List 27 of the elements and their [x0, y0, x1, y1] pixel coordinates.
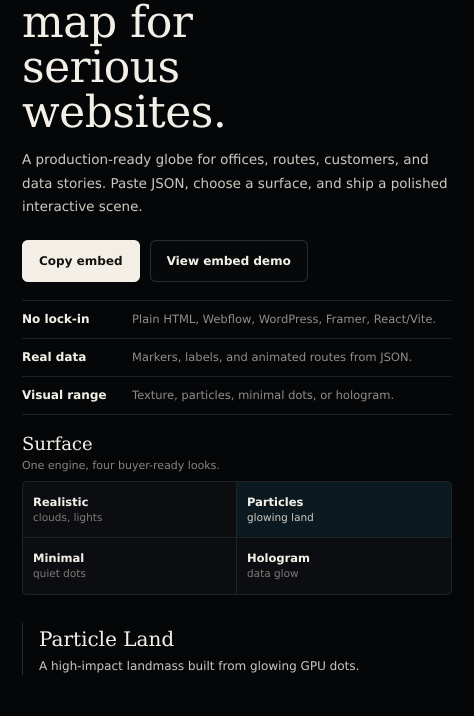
feature-title: Visual range — [22, 388, 108, 402]
section-heading: Surface — [22, 432, 94, 456]
feature-text: Plain HTML, Webflow, WordPress, Framer, React/Vite. — [132, 312, 436, 326]
headline-line: map for — [22, 0, 192, 45]
hero-description: A production-ready globe for offices, routes, customers, and data stories. Paste JSON, choose a surface, and ship a polished interactive scene. — [22, 151, 449, 217]
section-subtitle: One engine, four buyer-ready looks. — [22, 458, 221, 472]
option-detail: quiet dots — [33, 568, 87, 580]
feature-text: Texture, particles, minimal dots, or hologram. — [132, 388, 394, 402]
feature-title: Real data — [22, 350, 88, 364]
surface-option[interactable]: Minimal quiet dots — [23, 538, 237, 594]
option-detail: clouds, lights — [33, 512, 104, 524]
option-detail: glowing land — [247, 512, 315, 524]
option-name: Realistic — [33, 494, 90, 508]
option-name: Particles — [247, 494, 304, 508]
option-name: Minimal — [33, 551, 86, 565]
surface-option[interactable]: Particles glowing land — [237, 482, 451, 538]
feature-title: No lock-in — [22, 312, 91, 326]
feature-text: Markers, labels, and animated routes from JSON. — [132, 350, 412, 364]
surface-option[interactable]: Hologram data glow — [237, 538, 451, 594]
headline-line: websites. — [22, 90, 226, 135]
demo-button[interactable]: View embed demo — [150, 240, 308, 282]
copy-button[interactable]: Copy embed — [22, 240, 140, 282]
detail-text: A high-impact landmass built from glowing GPU dots. — [39, 658, 360, 672]
option-detail: data glow — [247, 568, 300, 580]
headline-line: serious — [22, 45, 180, 90]
detail-title: Particle Land — [39, 626, 176, 652]
option-name: Hologram — [247, 551, 312, 565]
